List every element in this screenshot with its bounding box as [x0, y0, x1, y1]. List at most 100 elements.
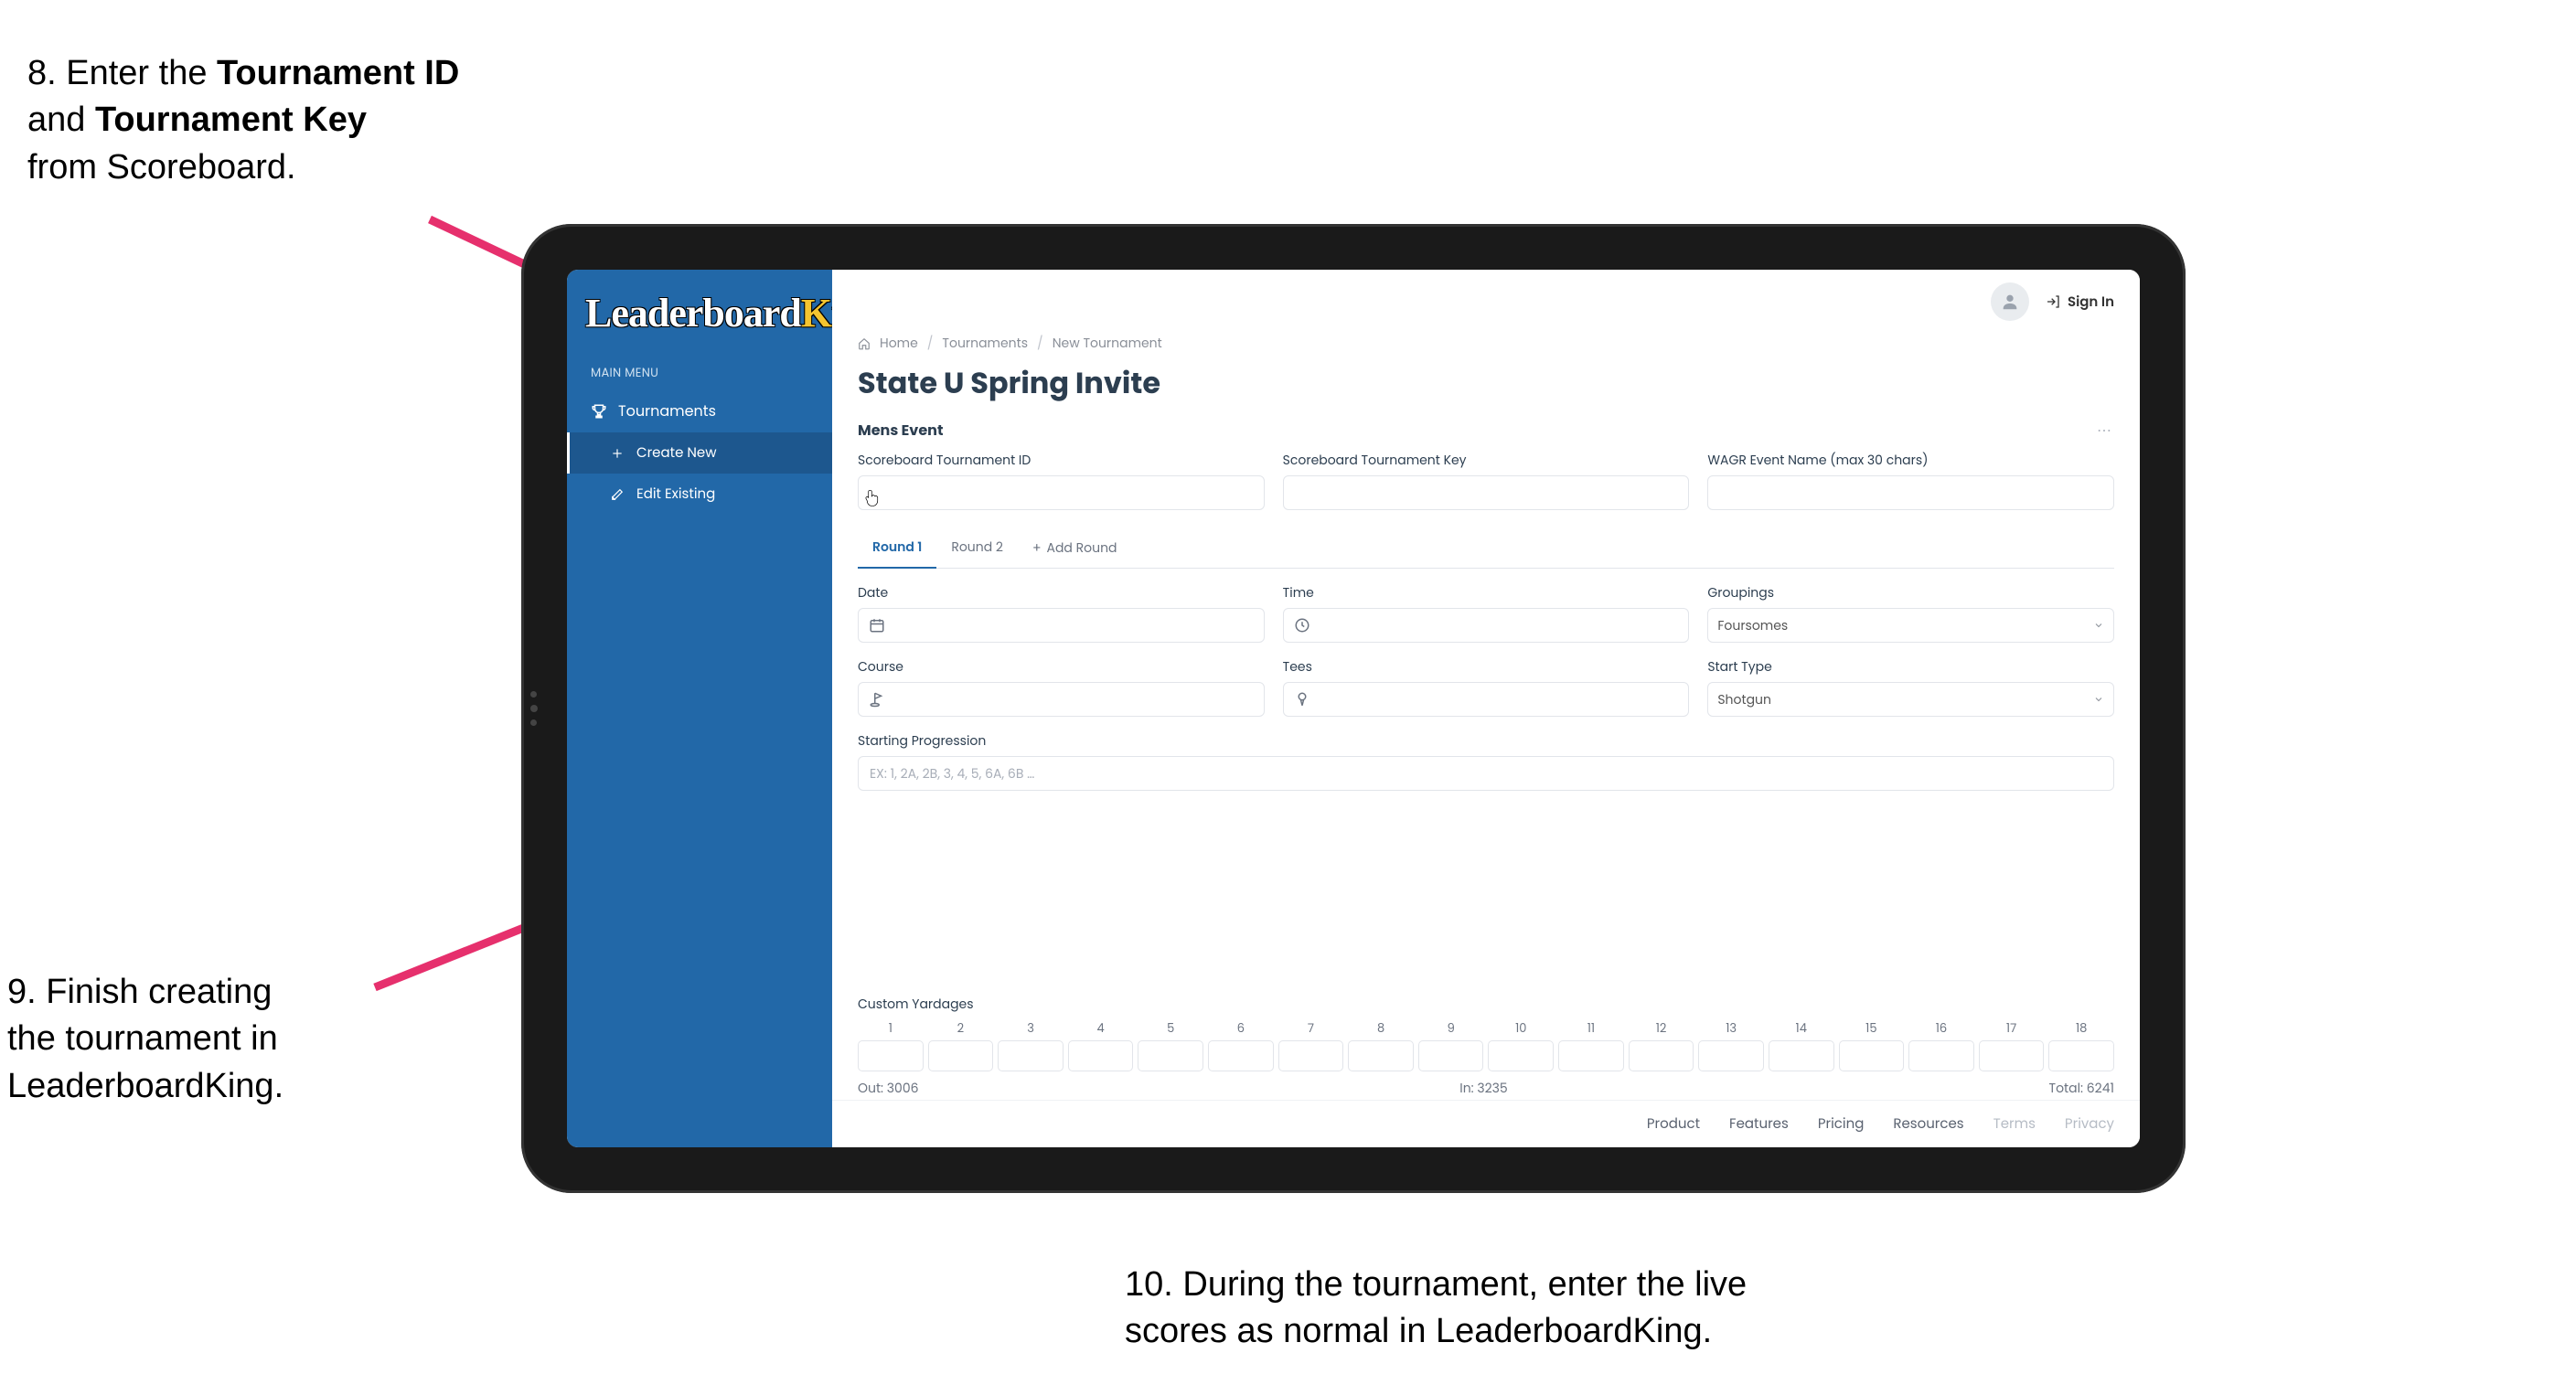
hole-col: 12	[1629, 1019, 1694, 1071]
user-icon	[2000, 292, 2020, 312]
select-groupings[interactable]: Foursomes	[1707, 608, 2114, 643]
nav-create-label: Create New	[636, 442, 717, 463]
footer-pricing[interactable]: Pricing	[1818, 1113, 1865, 1135]
hole-number: 12	[1656, 1019, 1667, 1038]
hole-yardage-input[interactable]	[998, 1040, 1064, 1071]
input-tees[interactable]	[1283, 682, 1690, 717]
hole-yardage-input[interactable]	[1278, 1040, 1344, 1071]
footer-links: Product Features Pricing Resources Terms…	[832, 1100, 2140, 1147]
yardage-out: Out: 3006	[858, 1079, 919, 1098]
section-header: Mens Event ⋯	[832, 419, 2140, 451]
hole-yardage-input[interactable]	[1698, 1040, 1764, 1071]
hole-col: 13	[1698, 1019, 1764, 1071]
hole-yardage-input[interactable]	[858, 1040, 924, 1071]
tab-round-1[interactable]: Round 1	[858, 528, 936, 568]
input-course[interactable]	[858, 682, 1265, 717]
label-tees: Tees	[1283, 657, 1690, 677]
hole-yardage-input[interactable]	[1629, 1040, 1694, 1071]
add-round-button[interactable]: + Add Round	[1018, 529, 1132, 567]
nav-tournaments[interactable]: Tournaments	[567, 389, 832, 432]
step10-line2: scores as normal in LeaderboardKing.	[1125, 1308, 1948, 1355]
section-menu-button[interactable]: ⋯	[2097, 419, 2114, 442]
step10-line1: 10. During the tournament, enter the liv…	[1125, 1262, 1948, 1308]
round-tabs: Round 1 Round 2 + Add Round	[858, 528, 2114, 569]
step8-text-2: and	[27, 101, 95, 139]
hole-number: 18	[2076, 1019, 2087, 1038]
hole-yardage-input[interactable]	[1348, 1040, 1414, 1071]
nav-edit-existing[interactable]: Edit Existing	[567, 474, 832, 515]
hole-number: 13	[1726, 1019, 1737, 1038]
hole-yardage-input[interactable]	[1418, 1040, 1484, 1071]
hole-yardage-input[interactable]	[1138, 1040, 1203, 1071]
hole-row: 123456789101112131415161718	[858, 1019, 2114, 1071]
hole-col: 8	[1348, 1019, 1414, 1071]
select-start-type[interactable]: Shotgun	[1707, 682, 2114, 717]
label-scoreboard-id: Scoreboard Tournament ID	[858, 451, 1265, 470]
input-wagr[interactable]	[1707, 475, 2114, 510]
tablet-screen: LeaderboardKing MAIN MENU Tournaments Cr…	[567, 270, 2140, 1147]
hole-yardage-input[interactable]	[1839, 1040, 1905, 1071]
hole-yardage-input[interactable]	[1208, 1040, 1274, 1071]
calendar-icon	[868, 616, 886, 634]
hole-number: 14	[1796, 1019, 1807, 1038]
hole-col: 4	[1068, 1019, 1134, 1071]
logo: LeaderboardKing	[567, 286, 832, 357]
breadcrumb-tournaments[interactable]: Tournaments	[942, 334, 1028, 353]
hole-number: 7	[1308, 1019, 1314, 1038]
hole-yardage-input[interactable]	[1908, 1040, 1974, 1071]
hole-yardage-input[interactable]	[928, 1040, 994, 1071]
hole-number: 9	[1448, 1019, 1455, 1038]
signin-arrow-icon	[2046, 294, 2060, 309]
input-time[interactable]	[1283, 608, 1690, 643]
step8-bold-2: Tournament Key	[95, 101, 367, 139]
hole-number: 5	[1167, 1019, 1174, 1038]
annotation-step-9: 9. Finish creating the tournament in Lea…	[7, 969, 373, 1110]
menu-section-label: MAIN MENU	[567, 357, 832, 389]
main-content: Sign In Home / Tournaments / New Tournam…	[832, 270, 2140, 1147]
input-date[interactable]	[858, 608, 1265, 643]
hole-yardage-input[interactable]	[2048, 1040, 2114, 1071]
nav-tournaments-label: Tournaments	[618, 400, 716, 422]
start-type-value: Shotgun	[1717, 690, 1771, 709]
sidebar: LeaderboardKing MAIN MENU Tournaments Cr…	[567, 270, 832, 1147]
hole-col: 14	[1769, 1019, 1834, 1071]
edit-icon	[609, 486, 625, 503]
tab-round-2[interactable]: Round 2	[936, 528, 1018, 568]
footer-resources[interactable]: Resources	[1893, 1113, 1963, 1135]
hole-col: 16	[1908, 1019, 1974, 1071]
hole-yardage-input[interactable]	[1488, 1040, 1554, 1071]
label-wagr: WAGR Event Name (max 30 chars)	[1707, 451, 2114, 470]
hole-col: 7	[1278, 1019, 1344, 1071]
footer-features[interactable]: Features	[1729, 1113, 1789, 1135]
input-progression[interactable]: EX: 1, 2A, 2B, 3, 4, 5, 6A, 6B …	[858, 756, 2114, 791]
hole-number: 3	[1027, 1019, 1034, 1038]
cursor-hand-icon	[864, 489, 881, 506]
footer-product[interactable]: Product	[1647, 1113, 1700, 1135]
hole-col: 15	[1839, 1019, 1905, 1071]
hole-col: 3	[998, 1019, 1064, 1071]
avatar[interactable]	[1991, 282, 2029, 321]
footer-privacy[interactable]: Privacy	[2065, 1113, 2114, 1135]
hole-col: 9	[1418, 1019, 1484, 1071]
footer-terms[interactable]: Terms	[1993, 1113, 2036, 1135]
nav-create-new[interactable]: Create New	[567, 432, 832, 474]
hole-col: 5	[1138, 1019, 1203, 1071]
sign-in-button[interactable]: Sign In	[2046, 292, 2114, 313]
hole-number: 6	[1237, 1019, 1245, 1038]
hole-col: 10	[1488, 1019, 1554, 1071]
input-scoreboard-id[interactable]	[858, 475, 1265, 510]
hole-yardage-input[interactable]	[1979, 1040, 2045, 1071]
add-round-label: Add Round	[1047, 538, 1117, 558]
input-scoreboard-key[interactable]	[1283, 475, 1690, 510]
breadcrumb-home[interactable]: Home	[880, 334, 918, 353]
hole-yardage-input[interactable]	[1068, 1040, 1134, 1071]
plus-icon	[609, 445, 625, 462]
clock-icon	[1293, 616, 1311, 634]
annotation-step-8: 8. Enter the Tournament ID and Tournamen…	[27, 50, 521, 191]
hole-yardage-input[interactable]	[1558, 1040, 1624, 1071]
hole-col: 1	[858, 1019, 924, 1071]
trophy-icon	[591, 403, 607, 420]
hole-col: 18	[2048, 1019, 2114, 1071]
step8-bold-1: Tournament ID	[217, 54, 459, 92]
hole-yardage-input[interactable]	[1769, 1040, 1834, 1071]
